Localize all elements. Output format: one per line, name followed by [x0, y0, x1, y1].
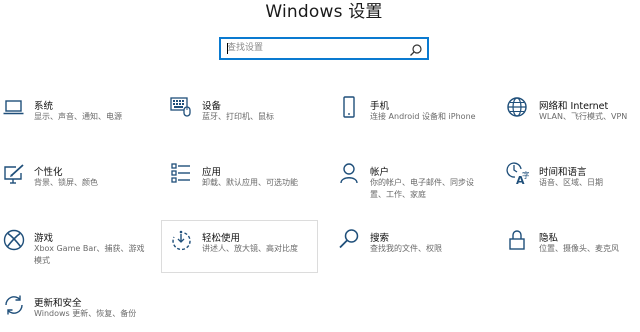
- tile-devices-desc: 蓝牙、打印机、鼠标: [202, 112, 274, 121]
- search-box[interactable]: [219, 37, 429, 60]
- tile-accounts-desc-line1: 你的帐户、电子邮件、同步设: [370, 178, 474, 187]
- paintbrush-screen-icon: [2, 162, 26, 186]
- page-title: Windows 设置: [265, 2, 383, 22]
- tile-devices[interactable]: 设备 蓝牙、打印机、鼠标: [166, 92, 326, 142]
- tile-accounts-desc-line2: 置、工作、家庭: [370, 190, 426, 199]
- tile-network[interactable]: 网络和 Internet WLAN、飞行模式、VPN: [505, 92, 640, 142]
- settings-home: Windows 设置 系统 显示、声音、通知、电源 设备 蓝牙、打印机、鼠标 手…: [0, 0, 640, 332]
- tile-update-security-desc: Windows 更新、恢复、备份: [34, 309, 137, 318]
- tile-update-security[interactable]: 更新和安全 Windows 更新、恢复、备份: [0, 289, 160, 332]
- search-input[interactable]: [227, 40, 407, 56]
- tile-ease-of-access[interactable]: 轻松使用 讲述人、放大镜、高对比度: [161, 220, 318, 273]
- tile-time-language[interactable]: A字 时间和语言 语音、区域、日期: [505, 158, 640, 208]
- update-sync-icon: [2, 293, 26, 317]
- tile-time-language-desc: 语音、区域、日期: [539, 178, 603, 187]
- tile-network-desc: WLAN、飞行模式、VPN: [539, 112, 628, 121]
- text-caret: [227, 43, 228, 54]
- tile-phone[interactable]: 手机 连接 Android 设备和 iPhone: [336, 92, 496, 142]
- tile-gaming-desc-line2: 模式: [34, 256, 50, 265]
- tile-update-security-name: 更新和安全: [34, 298, 82, 309]
- tile-privacy-desc: 位置、摄像头、麦克风: [539, 244, 619, 253]
- tile-search[interactable]: 搜索 查找我的文件、权限: [336, 224, 496, 274]
- svg-text:字: 字: [522, 170, 529, 180]
- tile-accounts[interactable]: 帐户 你的帐户、电子邮件、同步设 置、工作、家庭: [336, 158, 496, 208]
- tile-system-name: 系统: [34, 101, 54, 112]
- apps-list-icon: [169, 161, 193, 185]
- ease-of-access-icon: [169, 229, 193, 253]
- tile-ease-of-access-desc: 讲述人、放大镜、高对比度: [202, 244, 298, 253]
- tile-phone-desc: 连接 Android 设备和 iPhone: [370, 112, 476, 121]
- tile-privacy-name: 隐私: [539, 233, 559, 244]
- tile-apps-desc: 卸载、默认应用、可选功能: [202, 178, 298, 187]
- tile-gaming-name: 游戏: [34, 233, 54, 244]
- search-icon[interactable]: [409, 42, 423, 56]
- tile-devices-name: 设备: [202, 101, 222, 112]
- tile-time-language-name: 时间和语言: [539, 167, 587, 178]
- phone-icon: [337, 95, 361, 119]
- tile-gaming-desc-line1: Xbox Game Bar、捕获、游戏: [34, 244, 145, 253]
- tile-search-name: 搜索: [370, 233, 390, 244]
- tile-search-desc: 查找我的文件、权限: [370, 244, 442, 253]
- tile-privacy[interactable]: 隐私 位置、摄像头、麦克风: [505, 224, 640, 274]
- tile-gaming[interactable]: 游戏 Xbox Game Bar、捕获、游戏 模式: [0, 224, 160, 274]
- tile-personalization[interactable]: 个性化 背景、锁屏、颜色: [0, 158, 160, 208]
- tile-apps[interactable]: 应用 卸载、默认应用、可选功能: [166, 158, 326, 208]
- magnifier-icon: [337, 227, 361, 251]
- keyboard-devices-icon: [169, 95, 193, 119]
- tile-phone-name: 手机: [370, 101, 390, 112]
- tile-personalization-desc: 背景、锁屏、颜色: [34, 178, 98, 187]
- tile-network-name: 网络和 Internet: [539, 101, 609, 112]
- person-icon: [337, 161, 361, 185]
- tile-apps-name: 应用: [202, 167, 222, 178]
- tile-personalization-name: 个性化: [34, 167, 63, 178]
- xbox-icon: [2, 228, 26, 252]
- tile-ease-of-access-name: 轻松使用: [202, 233, 241, 244]
- globe-icon: [505, 95, 529, 119]
- tile-accounts-name: 帐户: [370, 167, 390, 178]
- tile-system-desc: 显示、声音、通知、电源: [34, 112, 122, 121]
- laptop-icon: [2, 96, 26, 120]
- tile-system[interactable]: 系统 显示、声音、通知、电源: [0, 92, 160, 142]
- time-language-icon: A字: [505, 161, 529, 185]
- lock-icon: [505, 228, 529, 252]
